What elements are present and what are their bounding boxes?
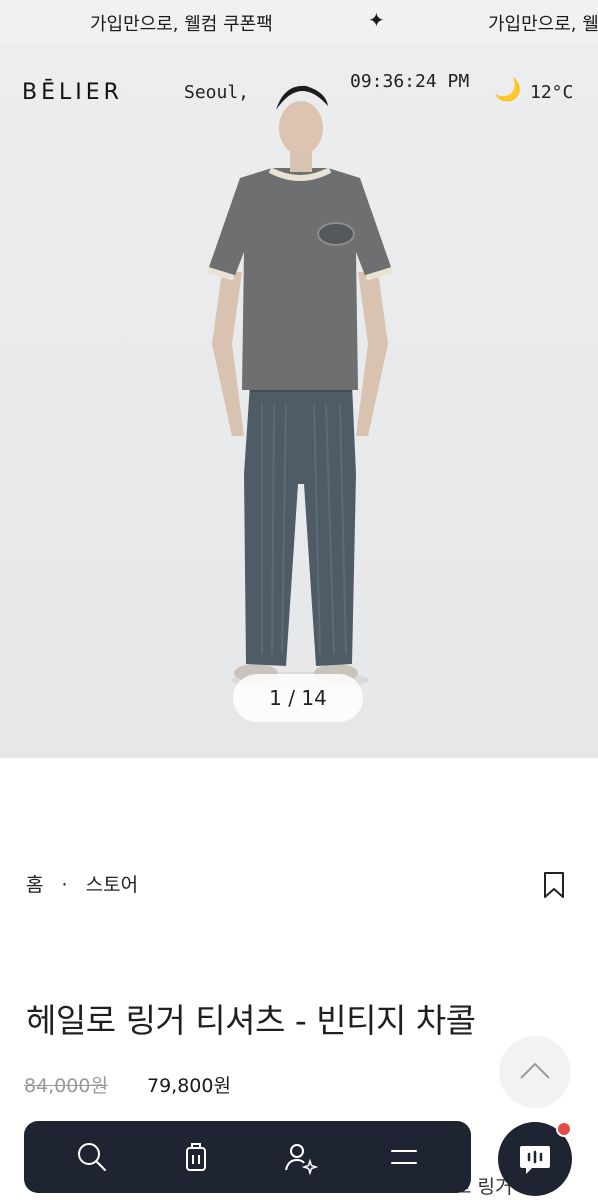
product-photo bbox=[207, 85, 393, 688]
search-icon bbox=[78, 1143, 106, 1171]
nav-cart-button[interactable] bbox=[176, 1137, 216, 1177]
sale-price: 79,800원 bbox=[147, 1075, 231, 1097]
nav-search-button[interactable] bbox=[72, 1137, 112, 1177]
promo-banner[interactable]: 가입만으로, 웰컴 쿠폰팩 ✦ 가입만으로, 웰컴 쿠폰팩 bbox=[0, 0, 598, 44]
bottom-navigation bbox=[24, 1121, 471, 1193]
scroll-to-top-button[interactable] bbox=[499, 1036, 571, 1108]
user-sparkle-icon bbox=[285, 1144, 319, 1176]
product-title: 헤일로 링거 티셔츠 - 빈티지 차콜 bbox=[26, 1001, 476, 1040]
menu-icon bbox=[391, 1150, 417, 1164]
breadcrumb: 홈 · 스토어 bbox=[26, 870, 138, 897]
image-counter: 1 / 14 bbox=[233, 674, 363, 722]
breadcrumb-separator: · bbox=[61, 874, 68, 896]
notification-badge bbox=[556, 1121, 572, 1137]
city-label: Seoul, bbox=[184, 82, 250, 103]
brand-logo[interactable]: BĒLIER bbox=[22, 80, 123, 105]
nav-menu-button[interactable] bbox=[384, 1137, 424, 1177]
promo-text[interactable]: 가입만으로, 웰컴 쿠폰팩 bbox=[90, 10, 273, 36]
product-image-gallery[interactable]: BĒLIER Seoul, 09:36:24 PM 🌙 12°C 1 / 14 bbox=[0, 44, 598, 758]
clock-time: 09:36:24 PM bbox=[350, 71, 470, 92]
temperature: 12°C bbox=[530, 82, 574, 103]
breadcrumb-store[interactable]: 스토어 bbox=[86, 870, 138, 897]
sparkle-icon: ✦ bbox=[368, 8, 385, 32]
site-header: BĒLIER Seoul, 09:36:24 PM 🌙 12°C bbox=[0, 44, 598, 144]
chevron-up-icon bbox=[520, 1062, 550, 1079]
promo-text-repeat[interactable]: 가입만으로, 웰컴 쿠폰팩 bbox=[488, 10, 598, 36]
bookmark-icon[interactable] bbox=[540, 870, 568, 900]
original-price: 84,000원 bbox=[24, 1075, 108, 1097]
shopping-bag-icon bbox=[186, 1143, 206, 1171]
nav-account-button[interactable] bbox=[280, 1137, 320, 1177]
breadcrumb-home[interactable]: 홈 bbox=[26, 870, 43, 897]
crescent-moon-icon: 🌙 bbox=[494, 78, 522, 103]
